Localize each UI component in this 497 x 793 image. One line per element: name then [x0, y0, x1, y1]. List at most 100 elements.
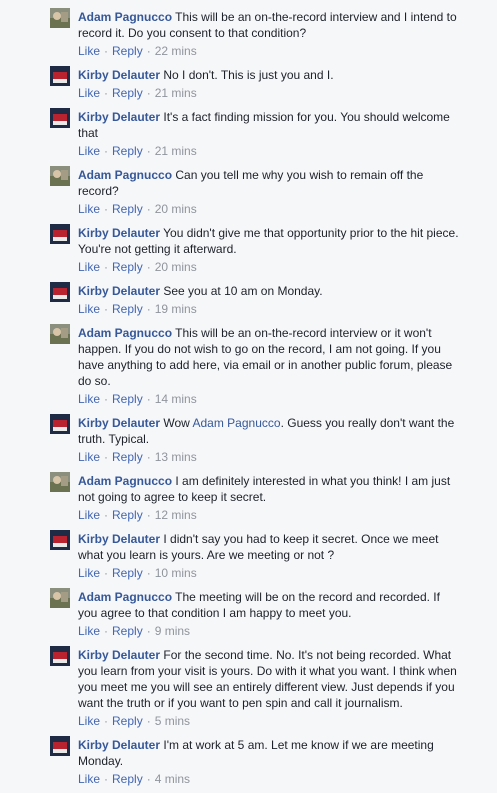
- avatar-kirby[interactable]: [50, 646, 70, 666]
- like-link[interactable]: Like: [78, 392, 100, 406]
- comment: Adam Pagnucco This will be an on-the-rec…: [0, 319, 497, 407]
- comment-author[interactable]: Kirby Delauter: [78, 532, 160, 546]
- avatar-kirby[interactable]: [50, 530, 70, 550]
- comment-timestamp[interactable]: 20 mins: [155, 260, 197, 274]
- avatar-adam[interactable]: [50, 472, 70, 492]
- like-link[interactable]: Like: [78, 260, 100, 274]
- comment: Adam Pagnucco I am definitely interested…: [0, 467, 497, 523]
- comment-body: Kirby Delauter Wow Adam Pagnucco. Guess …: [78, 415, 461, 447]
- comment-author[interactable]: Adam Pagnucco: [78, 326, 172, 340]
- comment-actions: Like · Reply · 9 mins: [78, 624, 191, 638]
- like-link[interactable]: Like: [78, 44, 100, 58]
- comment: Adam Pagnucco The meeting will be on the…: [0, 583, 497, 639]
- mention-link[interactable]: Adam Pagnucco: [193, 416, 281, 430]
- reply-link[interactable]: Reply: [112, 44, 143, 58]
- reply-link[interactable]: Reply: [112, 260, 143, 274]
- reply-link[interactable]: Reply: [112, 144, 143, 158]
- comment-timestamp[interactable]: 12 mins: [155, 508, 197, 522]
- like-link[interactable]: Like: [78, 714, 100, 728]
- reply-link[interactable]: Reply: [112, 86, 143, 100]
- comment-author[interactable]: Kirby Delauter: [78, 110, 160, 124]
- comment: Kirby Delauter For the second time. No. …: [0, 641, 497, 729]
- comment-actions: Like · Reply · 19 mins: [78, 302, 197, 316]
- comment: Kirby Delauter I didn't say you had to k…: [0, 525, 497, 581]
- comment-thread: Adam Pagnucco This will be an on-the-rec…: [0, 0, 497, 793]
- avatar-kirby[interactable]: [50, 224, 70, 244]
- comment-text: No I don't. This is just you and I.: [163, 68, 334, 82]
- comment-timestamp[interactable]: 13 mins: [155, 450, 197, 464]
- comment-timestamp[interactable]: 14 mins: [155, 392, 197, 406]
- comment-author[interactable]: Adam Pagnucco: [78, 10, 172, 24]
- comment-body: Kirby Delauter See you at 10 am on Monda…: [78, 283, 461, 299]
- comment-body: Adam Pagnucco Can you tell me why you wi…: [78, 167, 461, 199]
- comment: Kirby Delauter Wow Adam Pagnucco. Guess …: [0, 409, 497, 465]
- comment-actions: Like · Reply · 14 mins: [78, 392, 197, 406]
- reply-link[interactable]: Reply: [112, 566, 143, 580]
- like-link[interactable]: Like: [78, 624, 100, 638]
- like-link[interactable]: Like: [78, 508, 100, 522]
- like-link[interactable]: Like: [78, 86, 100, 100]
- comment-timestamp[interactable]: 10 mins: [155, 566, 197, 580]
- avatar-kirby[interactable]: [50, 282, 70, 302]
- comment-timestamp[interactable]: 4 mins: [155, 772, 190, 786]
- comment-body: Adam Pagnucco I am definitely interested…: [78, 473, 461, 505]
- reply-link[interactable]: Reply: [112, 302, 143, 316]
- avatar-kirby[interactable]: [50, 414, 70, 434]
- comment: Kirby Delauter It's a fact finding missi…: [0, 103, 497, 159]
- avatar-kirby[interactable]: [50, 736, 70, 756]
- comment-timestamp[interactable]: 21 mins: [155, 86, 197, 100]
- comment-actions: Like · Reply · 10 mins: [78, 566, 197, 580]
- comment-author[interactable]: Kirby Delauter: [78, 68, 160, 82]
- reply-link[interactable]: Reply: [112, 714, 143, 728]
- comment: Kirby Delauter I'm at work at 5 am. Let …: [0, 731, 497, 787]
- like-link[interactable]: Like: [78, 772, 100, 786]
- avatar-adam[interactable]: [50, 324, 70, 344]
- comment-timestamp[interactable]: 5 mins: [155, 714, 190, 728]
- like-link[interactable]: Like: [78, 144, 100, 158]
- reply-link[interactable]: Reply: [112, 392, 143, 406]
- comment-body: Adam Pagnucco This will be an on-the-rec…: [78, 325, 461, 389]
- comment-body: Kirby Delauter I'm at work at 5 am. Let …: [78, 737, 461, 769]
- comment-author[interactable]: Kirby Delauter: [78, 648, 160, 662]
- reply-link[interactable]: Reply: [112, 624, 143, 638]
- comment-actions: Like · Reply · 13 mins: [78, 450, 197, 464]
- like-link[interactable]: Like: [78, 566, 100, 580]
- comment: Kirby Delauter No I don't. This is just …: [0, 61, 497, 101]
- avatar-kirby[interactable]: [50, 108, 70, 128]
- like-link[interactable]: Like: [78, 450, 100, 464]
- comment-timestamp[interactable]: 19 mins: [155, 302, 197, 316]
- comment-timestamp[interactable]: 21 mins: [155, 144, 197, 158]
- reply-link[interactable]: Reply: [112, 508, 143, 522]
- avatar-kirby[interactable]: [50, 66, 70, 86]
- comment-timestamp[interactable]: 20 mins: [155, 202, 197, 216]
- comment-timestamp[interactable]: 9 mins: [155, 624, 190, 638]
- comment-body: Kirby Delauter I didn't say you had to k…: [78, 531, 461, 563]
- comment-actions: Like · Reply · 22 mins: [78, 44, 197, 58]
- reply-link[interactable]: Reply: [112, 772, 143, 786]
- comment-author[interactable]: Kirby Delauter: [78, 738, 160, 752]
- avatar-adam[interactable]: [50, 588, 70, 608]
- reply-link[interactable]: Reply: [112, 202, 143, 216]
- comment-author[interactable]: Kirby Delauter: [78, 416, 160, 430]
- comment-actions: Like · Reply · 20 mins: [78, 202, 197, 216]
- comment-author[interactable]: Adam Pagnucco: [78, 168, 172, 182]
- comment: Kirby Delauter You didn't give me that o…: [0, 219, 497, 275]
- comment-body: Kirby Delauter You didn't give me that o…: [78, 225, 461, 257]
- comment-author[interactable]: Kirby Delauter: [78, 284, 160, 298]
- comment-actions: Like · Reply · 5 mins: [78, 714, 191, 728]
- like-link[interactable]: Like: [78, 302, 100, 316]
- avatar-adam[interactable]: [50, 8, 70, 28]
- comment-body: Kirby Delauter No I don't. This is just …: [78, 67, 461, 83]
- comment-author[interactable]: Adam Pagnucco: [78, 590, 172, 604]
- comment-body: Adam Pagnucco The meeting will be on the…: [78, 589, 461, 621]
- like-link[interactable]: Like: [78, 202, 100, 216]
- comment-author[interactable]: Adam Pagnucco: [78, 474, 172, 488]
- reply-link[interactable]: Reply: [112, 450, 143, 464]
- comment-body: Adam Pagnucco This will be an on-the-rec…: [78, 9, 461, 41]
- comment-author[interactable]: Kirby Delauter: [78, 226, 160, 240]
- comment-actions: Like · Reply · 12 mins: [78, 508, 197, 522]
- comment-text: See you at 10 am on Monday.: [163, 284, 323, 298]
- comment-actions: Like · Reply · 21 mins: [78, 86, 197, 100]
- avatar-adam[interactable]: [50, 166, 70, 186]
- comment-timestamp[interactable]: 22 mins: [155, 44, 197, 58]
